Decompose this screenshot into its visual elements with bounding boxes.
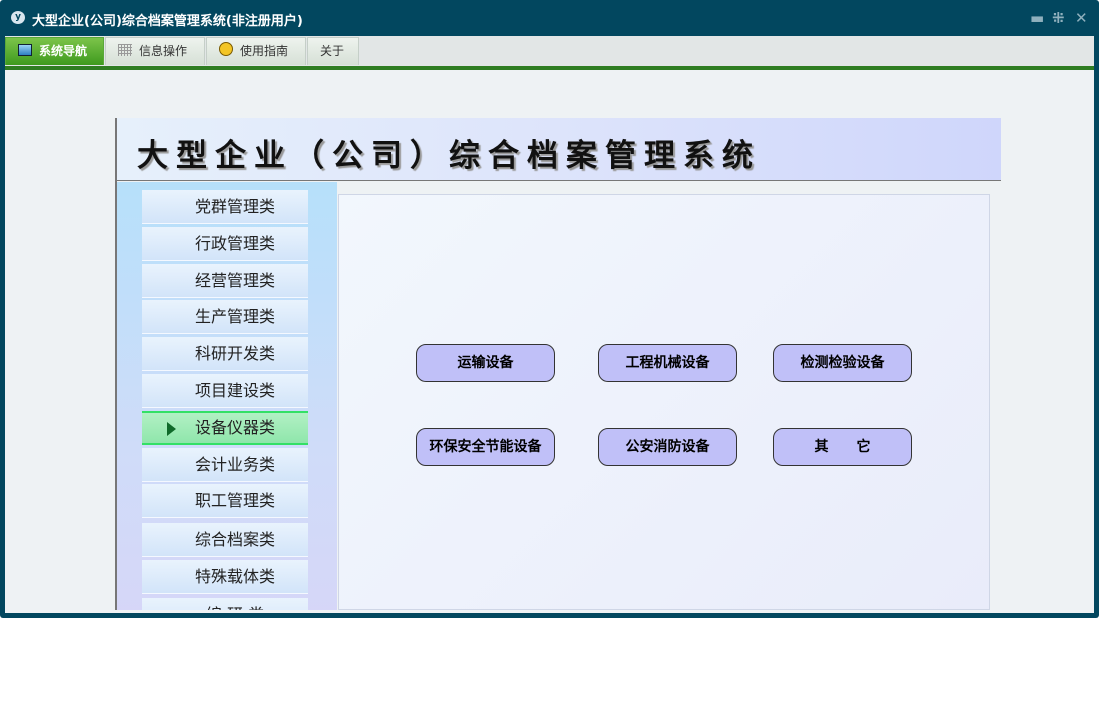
sidebar-item-label: 会计业务类 [194, 455, 275, 474]
sidebar-item-label: 党群管理类 [194, 197, 275, 216]
equipment-panel: 运输设备 工程机械设备 检测检验设备 环保安全节能设备 公安消防设备 其 它 [338, 194, 990, 610]
app-logo-icon: y [11, 11, 25, 24]
app-window: y 大型企业(公司)综合档案管理系统(非注册用户) ▬ ⁜ ✕ 系统导航 信息操… [0, 0, 1099, 618]
tab-label: 信息操作 [139, 44, 188, 58]
sidebar-item-label: 综合档案类 [194, 530, 275, 549]
sidebar-item-label: 经营管理类 [194, 271, 275, 290]
sidebar-item-label: 职工管理类 [194, 491, 275, 510]
tab-label: 系统导航 [39, 44, 88, 58]
close-button[interactable]: ✕ [1075, 9, 1088, 27]
sidebar-item[interactable]: 行政管理类 [142, 227, 308, 261]
transport-equipment-button[interactable]: 运输设备 [416, 344, 555, 382]
testing-equipment-button[interactable]: 检测检验设备 [773, 344, 912, 382]
sidebar-item[interactable]: 职工管理类 [142, 484, 308, 518]
sidebar-item-label: 科研开发类 [194, 344, 275, 363]
sidebar-item[interactable]: 生产管理类 [142, 300, 308, 334]
tab-about[interactable]: 关于 [307, 37, 359, 65]
tab-label: 使用指南 [240, 44, 289, 58]
title-bar[interactable]: y 大型企业(公司)综合档案管理系统(非注册用户) ▬ ⁜ ✕ [0, 0, 1099, 36]
sidebar-item-label: 项目建设类 [194, 381, 275, 400]
monitor-icon [18, 44, 32, 56]
sidebar-item-label: 编 研 类 [206, 605, 264, 610]
sidebar-item[interactable]: 特殊载体类 [142, 560, 308, 594]
selected-arrow-icon [167, 422, 176, 436]
sidebar-item[interactable]: 设备仪器类 [142, 411, 308, 445]
grid-icon [118, 44, 132, 56]
window-title: 大型企业(公司)综合档案管理系统(非注册用户) [32, 14, 303, 29]
restore-button[interactable]: ⁜ [1052, 9, 1065, 27]
engineering-machinery-button[interactable]: 工程机械设备 [598, 344, 737, 382]
environmental-safety-button[interactable]: 环保安全节能设备 [416, 428, 555, 466]
sidebar-item-label: 设备仪器类 [194, 418, 275, 437]
sidebar-item[interactable]: 科研开发类 [142, 337, 308, 371]
sidebar-item-label: 生产管理类 [194, 307, 275, 326]
tab-system-nav[interactable]: 系统导航 [5, 37, 104, 65]
fire-security-button[interactable]: 公安消防设备 [598, 428, 737, 466]
category-sidebar: 党群管理类行政管理类经营管理类生产管理类科研开发类项目建设类设备仪器类会计业务类… [117, 182, 337, 610]
toolbar: 系统导航 信息操作 使用指南 关于 [5, 36, 1094, 66]
tab-user-guide[interactable]: 使用指南 [206, 37, 306, 65]
content-area: 大型企业（公司）综合档案管理系统 党群管理类行政管理类经营管理类生产管理类科研开… [5, 70, 1094, 613]
sidebar-item-label: 行政管理类 [194, 234, 275, 253]
sidebar-item[interactable]: 党群管理类 [142, 190, 308, 224]
sidebar-item[interactable]: 编 研 类 [142, 598, 308, 610]
sidebar-item[interactable]: 综合档案类 [142, 523, 308, 557]
sidebar-item[interactable]: 项目建设类 [142, 374, 308, 408]
help-icon [219, 42, 233, 56]
minimize-button[interactable]: ▬ [1030, 9, 1044, 27]
sidebar-item[interactable]: 经营管理类 [142, 264, 308, 298]
banner-title: 大型企业（公司）综合档案管理系统 [137, 138, 761, 174]
sidebar-item-label: 特殊载体类 [194, 567, 275, 586]
sidebar-item[interactable]: 会计业务类 [142, 448, 308, 482]
other-button[interactable]: 其 它 [773, 428, 912, 466]
tab-info-operation[interactable]: 信息操作 [105, 37, 205, 65]
tab-label: 关于 [320, 44, 345, 58]
banner: 大型企业（公司）综合档案管理系统 [117, 118, 1001, 181]
navigation-panel: 大型企业（公司）综合档案管理系统 党群管理类行政管理类经营管理类生产管理类科研开… [115, 118, 1001, 610]
